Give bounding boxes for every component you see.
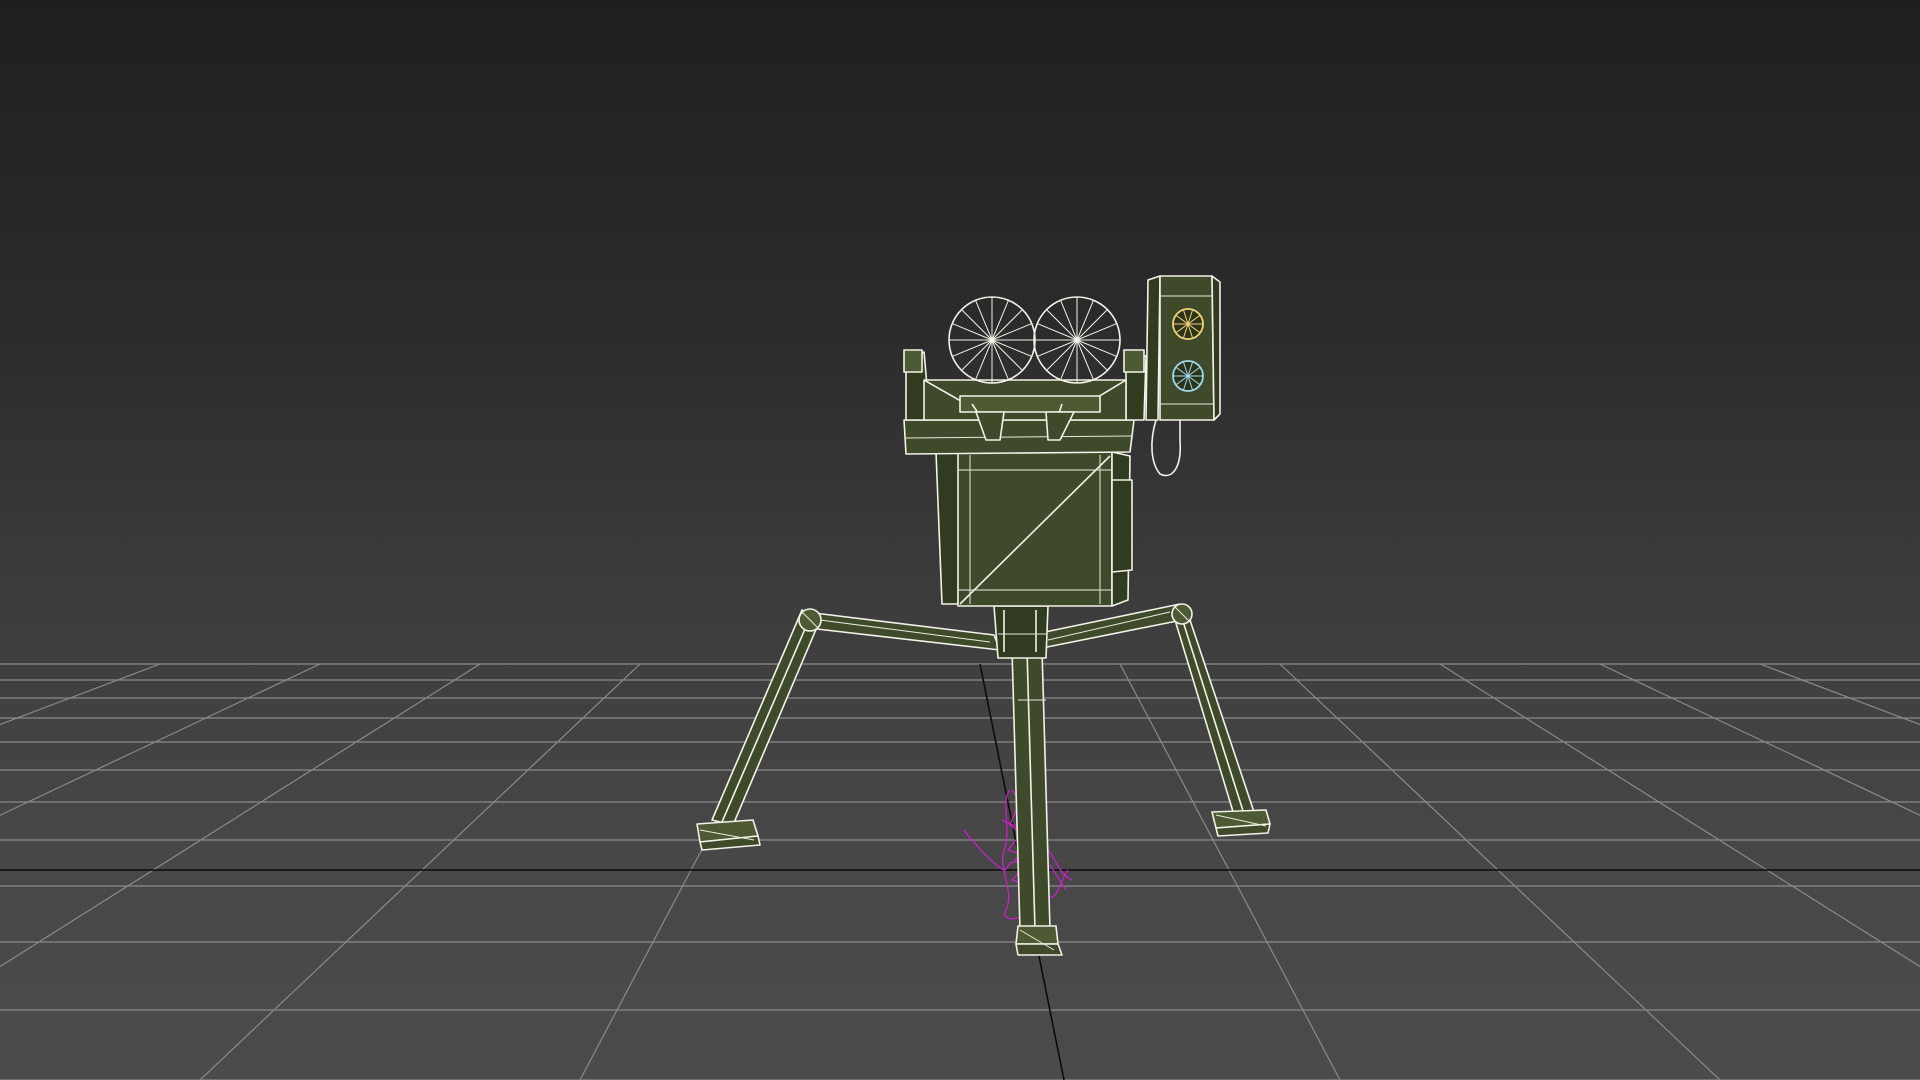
- grid-line: [0, 663, 481, 968]
- grid-line: [1599, 663, 1920, 816]
- grid-line: [0, 663, 161, 726]
- right-drum[interactable]: [1033, 296, 1121, 384]
- perspective-viewport[interactable]: [0, 0, 1920, 1080]
- spoke-line: [991, 309, 1023, 341]
- spoke-line: [1046, 339, 1078, 371]
- spoke-line: [1076, 309, 1108, 341]
- spoke-line: [961, 309, 993, 341]
- grid-line: [1759, 663, 1920, 726]
- grid-line: [1439, 663, 1920, 968]
- blue-dial[interactable]: [1172, 360, 1204, 392]
- spoke-line: [991, 339, 1023, 371]
- spoke-line: [961, 339, 993, 371]
- hub-joint: [993, 605, 1049, 659]
- grid-line: [199, 663, 641, 1080]
- yellow-dial[interactable]: [1172, 308, 1204, 340]
- body-box[interactable]: [935, 451, 1133, 607]
- spoke-line: [1076, 339, 1108, 371]
- grid-line: [1279, 663, 1721, 1080]
- spoke-line: [1046, 309, 1078, 341]
- left-drum[interactable]: [948, 296, 1036, 384]
- scene-canvas[interactable]: [0, 0, 1920, 1080]
- grid-line: [1119, 663, 1341, 1080]
- left-leg[interactable]: [696, 609, 821, 851]
- grid-line: [0, 663, 321, 816]
- home-grid: [0, 663, 1920, 1080]
- control-box[interactable]: [1145, 275, 1221, 477]
